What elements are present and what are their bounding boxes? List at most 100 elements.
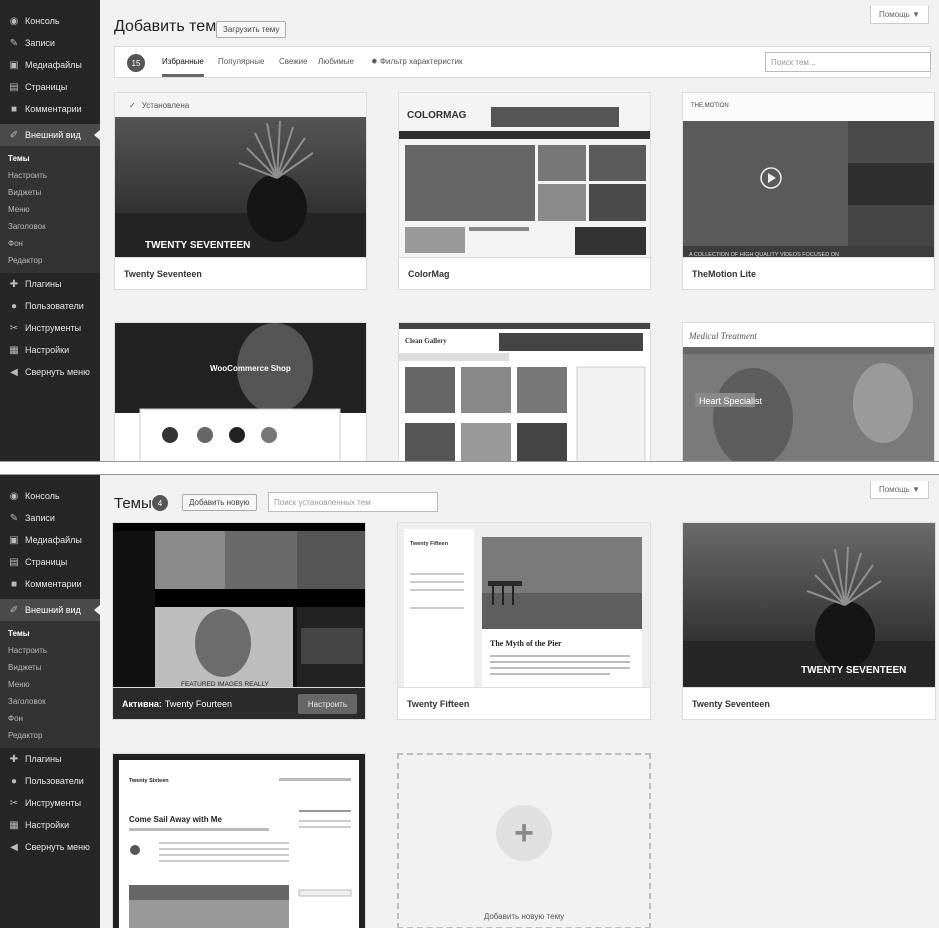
admin-sidebar: ◉ Консоль ✎ Записи ▣ Медиафайлы ▤ Страницы ■… [0, 0, 100, 461]
page-icon: ▤ [9, 556, 19, 568]
installed-themes-screen: ◉ Консоль ✎ Записи ▣ Медиафайлы ▤ Страницы ■… [0, 474, 939, 928]
add-themes-content: Помощь ▼ Добавить темы Загрузить тему 15… [100, 0, 939, 461]
sidebar-item-media[interactable]: ▣ Медиафайлы [0, 54, 100, 76]
theme-screenshot: Twenty Fifteen The Myth of the Pier [398, 523, 650, 689]
svg-text:Come Sail Away with Me: Come Sail Away with Me [129, 815, 222, 824]
upload-theme-button[interactable]: Загрузить тему [216, 21, 287, 38]
theme-screenshot: THE.MOTION A COLLECTION OF HIGH QUALITY … [683, 93, 934, 259]
submenu-editor[interactable]: Редактор [0, 252, 100, 269]
svg-text:THE.MOTION: THE.MOTION [691, 103, 729, 109]
theme-card-woocommerce[interactable]: WooCommerce Shop [114, 322, 367, 461]
tab-featured[interactable]: Избранные [162, 57, 204, 77]
svg-text:TWENTY SEVENTEEN: TWENTY SEVENTEEN [145, 240, 250, 251]
active-theme-bar: Активна: Twenty Fourteen Настроить [113, 687, 365, 719]
theme-card-twenty-sixteen[interactable]: Twenty Sixteen Come Sail Away with Me [112, 753, 366, 928]
theme-screenshot: TWENTY SEVENTEEN [115, 93, 366, 259]
theme-screenshot: Twenty Sixteen Come Sail Away with Me [113, 754, 365, 928]
submenu-menus[interactable]: Меню [0, 676, 100, 693]
sidebar-item-tools[interactable]: ✂ Инструменты [0, 317, 100, 339]
theme-card-medical-treatment[interactable]: Medical Treatment Heart Specialist [682, 322, 935, 461]
theme-card-twenty-fifteen[interactable]: Twenty Fifteen The Myth of the Pier Twen… [397, 522, 651, 720]
help-button[interactable]: Помощь ▼ [869, 6, 929, 24]
add-new-theme-label: Добавить новую тему [483, 912, 565, 921]
svg-text:Heart Specialist: Heart Specialist [699, 396, 763, 406]
theme-name: TheMotion Lite [683, 257, 934, 289]
sidebar-item-comments[interactable]: ■ Комментарии [0, 573, 100, 595]
sidebar-item-dashboard[interactable]: ◉ Консоль [0, 10, 100, 32]
theme-search-input[interactable]: Поиск тем... [765, 52, 931, 72]
theme-name: ColorMag [399, 257, 650, 289]
plugin-icon: ✚ [9, 278, 19, 290]
submenu-widgets[interactable]: Виджеты [0, 184, 100, 201]
theme-card-twenty-seventeen[interactable]: ✓ Установлена TWENTY SEVENTEEN Twenty Sev… [114, 92, 367, 290]
dashboard-icon: ◉ [9, 490, 19, 502]
submenu-editor[interactable]: Редактор [0, 727, 100, 744]
appearance-submenu: Темы Настроить Виджеты Меню Заголовок Фо… [0, 146, 100, 273]
submenu-header[interactable]: Заголовок [0, 218, 100, 235]
svg-text:The Myth of the Pier: The Myth of the Pier [490, 639, 562, 648]
admin-sidebar: ◉ Консоль ✎ Записи ▣ Медиафайлы ▤ Страницы ■… [0, 475, 100, 928]
brush-icon: ✐ [9, 129, 19, 141]
svg-text:Twenty Sixteen: Twenty Sixteen [129, 778, 169, 784]
sidebar-item-pages[interactable]: ▤ Страницы [0, 76, 100, 98]
theme-card-themotion-lite[interactable]: THE.MOTION A COLLECTION OF HIGH QUALITY … [682, 92, 935, 290]
sidebar-item-posts[interactable]: ✎ Записи [0, 507, 100, 529]
pin-icon: ✎ [9, 37, 19, 49]
sidebar-item-users[interactable]: ● Пользователи [0, 770, 100, 792]
customize-button[interactable]: Настроить [297, 694, 357, 714]
sidebar-item-settings[interactable]: ▦ Настройки [0, 814, 100, 836]
sidebar-item-pages[interactable]: ▤ Страницы [0, 551, 100, 573]
sidebar-item-collapse[interactable]: ◀ Свернуть меню [0, 361, 100, 383]
sidebar-item-collapse[interactable]: ◀ Свернуть меню [0, 836, 100, 858]
tab-favorites[interactable]: Любимые [318, 57, 354, 66]
sidebar-item-plugins[interactable]: ✚ Плагины [0, 273, 100, 295]
sidebar-item-plugins[interactable]: ✚ Плагины [0, 748, 100, 770]
sidebar-item-dashboard[interactable]: ◉ Консоль [0, 485, 100, 507]
theme-screenshot: TWENTY SEVENTEEN [683, 523, 935, 689]
svg-text:Twenty Fifteen: Twenty Fifteen [410, 541, 449, 547]
submenu-widgets[interactable]: Виджеты [0, 659, 100, 676]
page-icon: ▤ [9, 81, 19, 93]
sidebar-item-appearance[interactable]: ✐ Внешний вид [0, 124, 100, 146]
submenu-menus[interactable]: Меню [0, 201, 100, 218]
pin-icon: ✎ [9, 512, 19, 524]
plugin-icon: ✚ [9, 753, 19, 765]
page-title: Темы [114, 495, 152, 512]
tools-icon: ✂ [9, 322, 19, 334]
theme-card-clean-gallery[interactable]: Clean Gallery [398, 322, 651, 461]
submenu-header[interactable]: Заголовок [0, 693, 100, 710]
gear-icon: ✹ [371, 57, 378, 66]
sidebar-item-comments[interactable]: ■ Комментарии [0, 98, 100, 120]
media-icon: ▣ [9, 59, 19, 71]
add-new-theme-button[interactable]: Добавить новую [182, 494, 257, 511]
theme-filter-bar: 15 Избранные Популярные Свежие Любимые ✹… [114, 46, 931, 78]
installed-theme-search-input[interactable]: Поиск установленных тем [268, 492, 438, 512]
help-button[interactable]: Помощь ▼ [869, 481, 929, 499]
users-icon: ● [10, 775, 18, 787]
sidebar-item-tools[interactable]: ✂ Инструменты [0, 792, 100, 814]
plus-icon: + [496, 805, 552, 861]
tab-popular[interactable]: Популярные [218, 57, 264, 66]
sidebar-item-appearance[interactable]: ✐ Внешний вид [0, 599, 100, 621]
add-new-theme-tile[interactable]: + Добавить новую тему [397, 753, 651, 928]
page-title: Добавить темы [114, 18, 228, 35]
submenu-themes[interactable]: Темы [0, 150, 100, 167]
submenu-background[interactable]: Фон [0, 235, 100, 252]
sidebar-item-settings[interactable]: ▦ Настройки [0, 339, 100, 361]
submenu-background[interactable]: Фон [0, 710, 100, 727]
theme-name: Twenty Fifteen [398, 687, 650, 719]
submenu-customize[interactable]: Настроить [0, 642, 100, 659]
submenu-customize[interactable]: Настроить [0, 167, 100, 184]
tab-latest[interactable]: Свежие [279, 57, 308, 66]
svg-text:Medical Treatment: Medical Treatment [688, 331, 757, 341]
theme-card-twenty-seventeen[interactable]: TWENTY SEVENTEEN Twenty Seventeen [682, 522, 936, 720]
sidebar-item-media[interactable]: ▣ Медиафайлы [0, 529, 100, 551]
submenu-themes[interactable]: Темы [0, 625, 100, 642]
sidebar-item-posts[interactable]: ✎ Записи [0, 32, 100, 54]
dashboard-icon: ◉ [9, 15, 19, 27]
theme-card-twenty-fourteen[interactable]: FEATURED IMAGES REALLY Активна: Twenty F… [112, 522, 366, 720]
feature-filter-link[interactable]: ✹ Фильтр характеристик [371, 57, 462, 66]
collapse-icon: ◀ [10, 841, 18, 853]
theme-card-colormag[interactable]: COLORMAG ColorMag [398, 92, 651, 290]
sidebar-item-users[interactable]: ● Пользователи [0, 295, 100, 317]
